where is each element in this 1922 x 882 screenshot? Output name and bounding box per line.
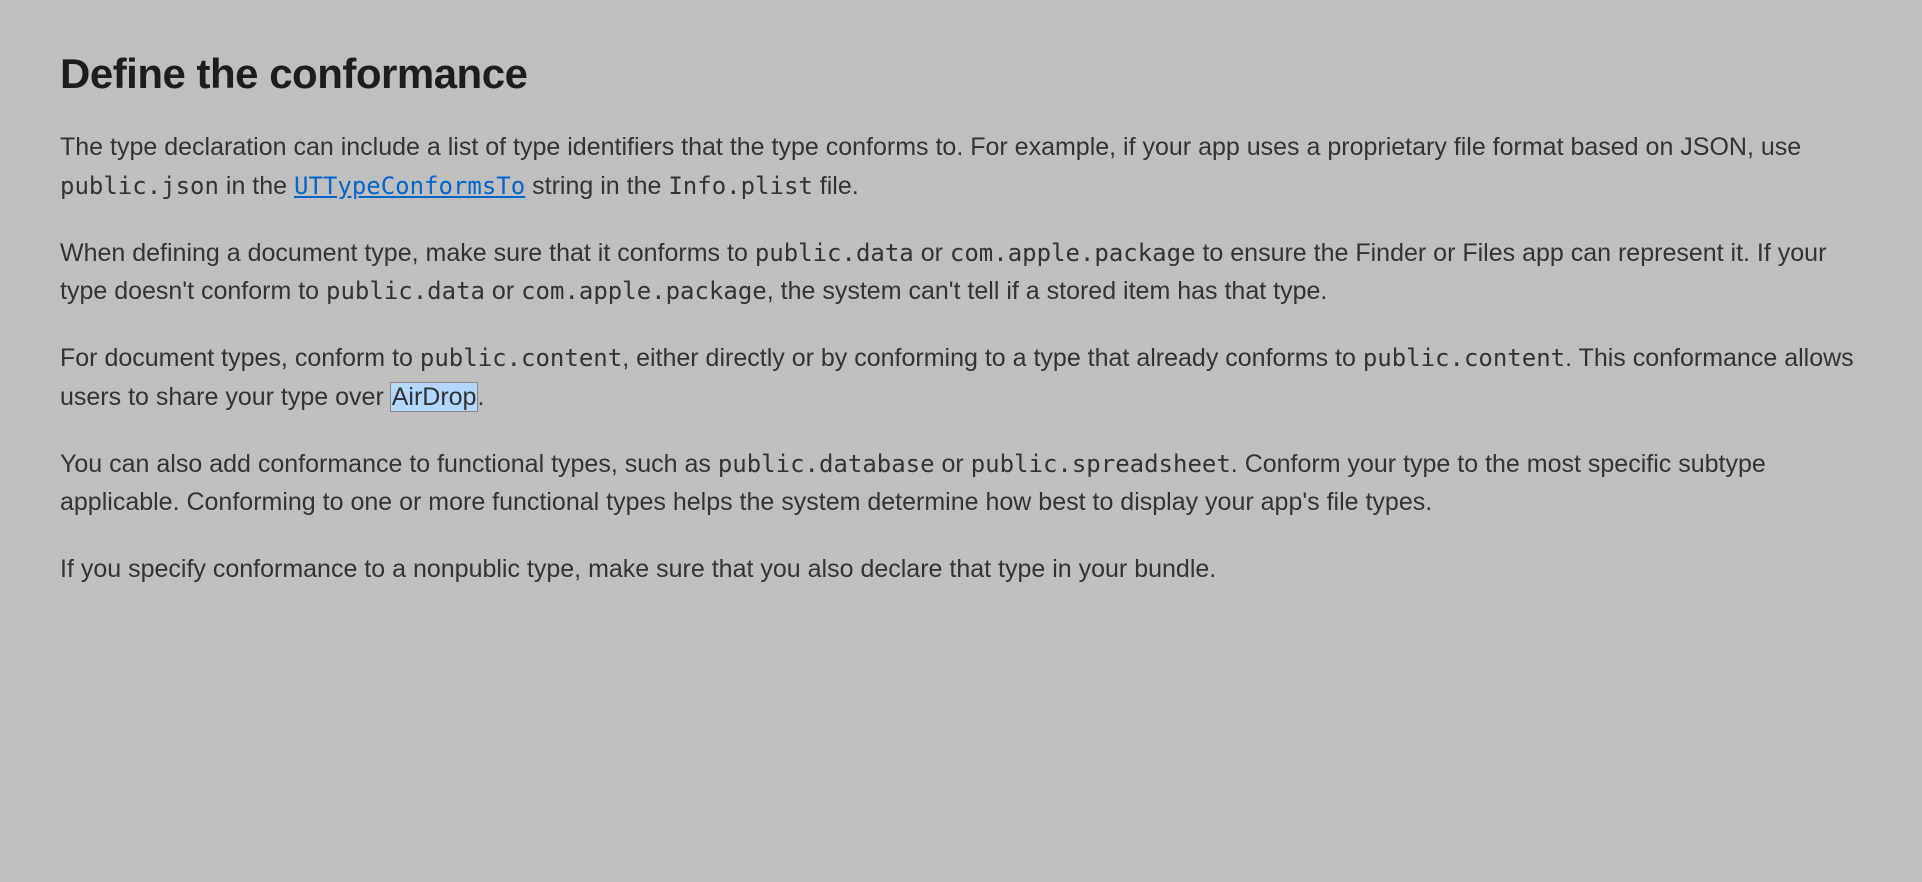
- code-uttypeconformsto: UTTypeConformsTo: [294, 172, 525, 200]
- code-public-database: public.database: [718, 450, 935, 478]
- code-info-plist: Info.plist: [668, 172, 813, 200]
- text: file.: [813, 172, 859, 200]
- text: or: [935, 450, 971, 478]
- text: or: [485, 277, 521, 305]
- paragraph-5: If you specify conformance to a nonpubli…: [60, 550, 1862, 589]
- text: If you specify conformance to a nonpubli…: [60, 555, 1216, 583]
- highlighted-text-airdrop: AirDrop: [391, 383, 478, 411]
- text: in the: [219, 172, 294, 200]
- text: The type declaration can include a list …: [60, 133, 1801, 161]
- text: When defining a document type, make sure…: [60, 239, 755, 267]
- code-public-content: public.content: [420, 344, 622, 372]
- paragraph-3: For document types, conform to public.co…: [60, 339, 1862, 417]
- text: string in the: [525, 172, 668, 200]
- code-public-content: public.content: [1363, 344, 1565, 372]
- text: You can also add conformance to function…: [60, 450, 718, 478]
- text: .: [477, 383, 484, 411]
- section-heading: Define the conformance: [60, 50, 1862, 98]
- code-com-apple-package: com.apple.package: [521, 277, 767, 305]
- paragraph-1: The type declaration can include a list …: [60, 128, 1862, 206]
- code-com-apple-package: com.apple.package: [950, 239, 1196, 267]
- text: For document types, conform to: [60, 344, 420, 372]
- paragraph-4: You can also add conformance to function…: [60, 445, 1862, 523]
- code-public-data: public.data: [755, 239, 914, 267]
- code-public-data: public.data: [326, 277, 485, 305]
- text: , the system can't tell if a stored item…: [767, 277, 1328, 305]
- text: or: [914, 239, 950, 267]
- code-public-json: public.json: [60, 172, 219, 200]
- link-uttypeconformsto[interactable]: UTTypeConformsTo: [294, 172, 525, 200]
- paragraph-2: When defining a document type, make sure…: [60, 234, 1862, 312]
- text: , either directly or by conforming to a …: [622, 344, 1363, 372]
- code-public-spreadsheet: public.spreadsheet: [971, 450, 1231, 478]
